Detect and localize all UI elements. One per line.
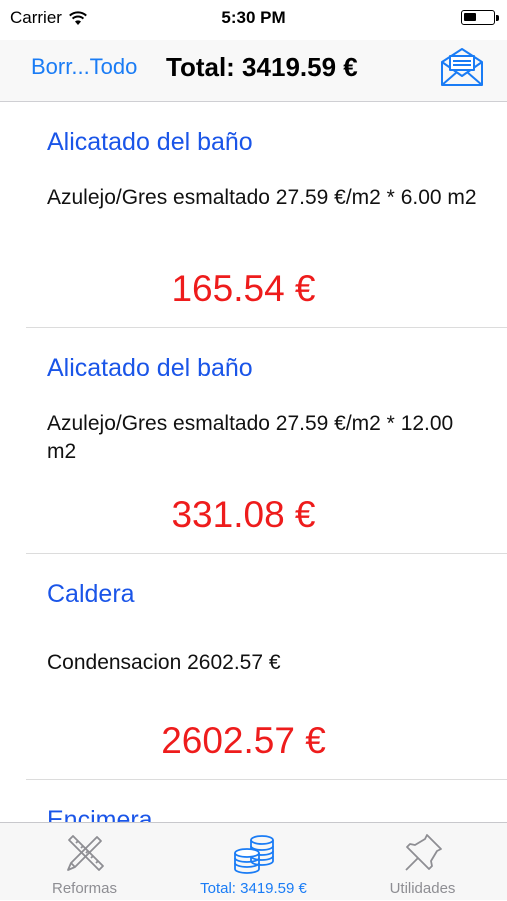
tab-total[interactable]: Total: 3419.59 € xyxy=(169,823,338,901)
tab-bar: Reformas Total: 3419.59 € Utilidades xyxy=(0,822,507,900)
item-description: Condensacion 2602.57 € xyxy=(47,651,281,674)
status-bar: Carrier 5:30 PM xyxy=(0,0,507,40)
pushpin-icon xyxy=(404,834,442,871)
tab-reformas[interactable]: Reformas xyxy=(0,823,169,901)
item-title: Alicatado del baño xyxy=(47,354,253,382)
envelope-icon[interactable] xyxy=(439,46,485,88)
item-title: Caldera xyxy=(47,580,135,608)
list-item[interactable]: Alicatado del baño Azulejo/Gres esmaltad… xyxy=(0,102,507,328)
battery-icon xyxy=(461,10,499,25)
item-title: Alicatado del baño xyxy=(47,128,253,156)
item-amount: 2602.57 € xyxy=(161,720,326,761)
item-amount: 331.08 € xyxy=(171,494,316,535)
list-item[interactable]: Caldera Condensacion 2602.57 € 2602.57 € xyxy=(0,554,507,780)
page-title: Total: 3419.59 € xyxy=(166,52,358,82)
tab-label: Utilidades xyxy=(389,880,456,897)
list-item[interactable]: Alicatado del baño Azulejo/Gres esmaltad… xyxy=(0,328,507,554)
tab-utilidades[interactable]: Utilidades xyxy=(338,823,507,901)
item-description: Azulejo/Gres esmaltado 27.59 €/m2 * 12.0… xyxy=(47,412,454,463)
delete-all-button[interactable]: Borr...Todo xyxy=(31,54,137,80)
budget-list: Alicatado del baño Azulejo/Gres esmaltad… xyxy=(0,102,507,822)
item-amount: 165.54 € xyxy=(171,268,316,309)
tab-label: Reformas xyxy=(51,880,118,897)
list-item[interactable]: Encimera xyxy=(0,780,507,822)
ruler-pencil-icon xyxy=(66,835,104,871)
coins-icon xyxy=(233,835,274,874)
status-time: 5:30 PM xyxy=(221,8,286,27)
item-description: Azulejo/Gres esmaltado 27.59 €/m2 * 6.00… xyxy=(47,186,477,209)
navigation-bar: Borr...Todo Total: 3419.59 € xyxy=(0,40,507,102)
tab-label: Total: 3419.59 € xyxy=(200,880,307,897)
item-title: Encimera xyxy=(47,806,153,822)
